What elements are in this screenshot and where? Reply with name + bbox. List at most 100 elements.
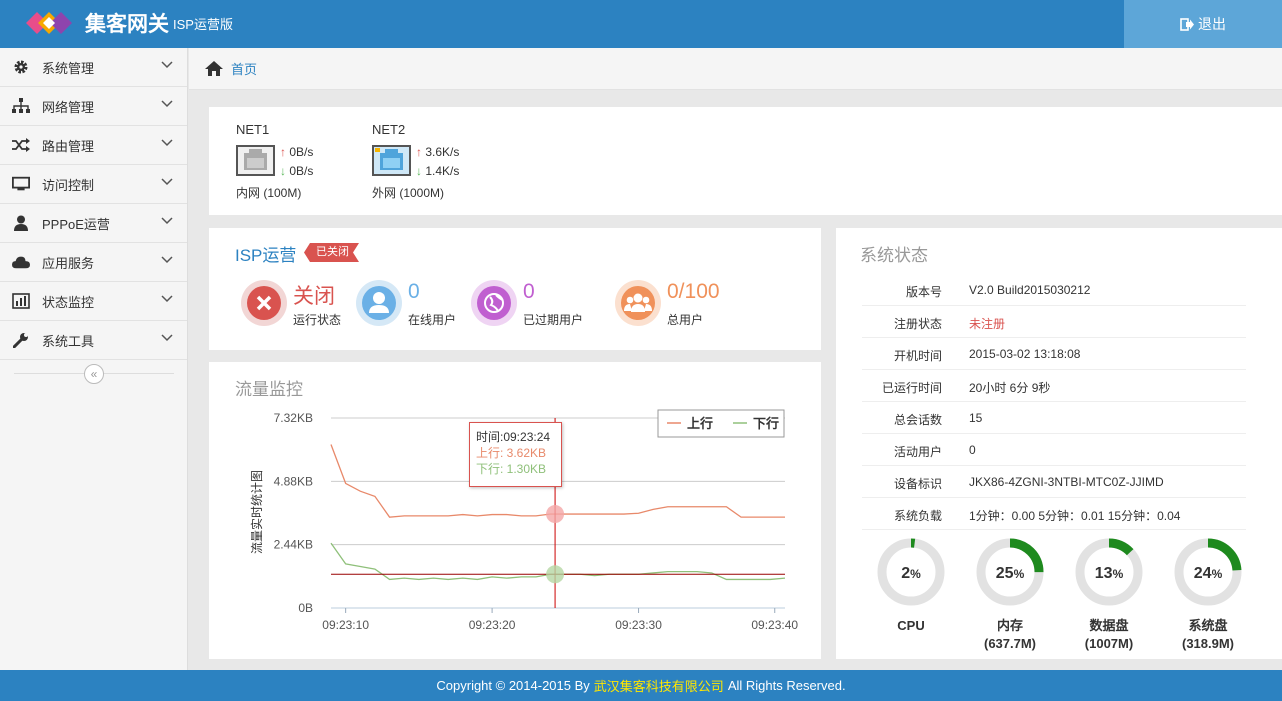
sidebar-item-route-management[interactable]: 路由管理: [0, 126, 187, 165]
status-value: 0: [969, 443, 976, 457]
ethernet-port-icon: [372, 145, 411, 176]
x-tick-label: 09:23:10: [322, 618, 369, 632]
breadcrumb-home-link[interactable]: 首页: [231, 59, 257, 78]
status-key: 总会话数: [893, 413, 942, 427]
status-row: 设备标识 JKX86-4ZGNI-3NTBI-MTC0Z-JJIMD: [862, 466, 1246, 498]
user-icon: [356, 280, 402, 326]
sidebar: 系统管理 网络管理 路由管理 访问控制 PPPoE运营 应用服务 状态监控 系统…: [0, 48, 188, 670]
status-value: 1分钟：0.00 5分钟：0.01 15分钟：0.04: [969, 509, 1181, 523]
gauge-label: 内存: [996, 618, 1023, 633]
net-desc: 内网 (100M): [236, 186, 302, 200]
sys-title: 系统状态: [860, 246, 928, 265]
close-icon: [241, 280, 287, 326]
sidebar-item-app-services[interactable]: 应用服务: [0, 243, 187, 282]
double-chevron-left-icon: «: [90, 367, 98, 381]
gauge-percent: 2%: [901, 565, 921, 582]
sidebar-item-label: 访问控制: [42, 177, 95, 193]
net-interface: NET2 ↑ 3.6K/s ↓ 1.4K/s 外网 (1000M): [372, 122, 459, 200]
chevron-down-icon: [161, 61, 173, 69]
sidebar-item-status-monitor[interactable]: 状态监控: [0, 282, 187, 321]
ethernet-port-icon: [236, 145, 275, 176]
sidebar-item-network-management[interactable]: 网络管理: [0, 87, 187, 126]
isp-stat-run-status: 关闭 运行状态: [241, 280, 341, 327]
status-key: 开机时间: [893, 349, 942, 363]
y-tick-label: 2.44KB: [274, 538, 313, 552]
gauge-label: 数据盘: [1089, 618, 1129, 633]
gauge-memory: 25% 内存 (637.7M): [970, 536, 1050, 653]
status-key: 版本号: [905, 285, 942, 299]
chevron-down-icon: [161, 217, 173, 225]
chevron-down-icon: [161, 295, 173, 303]
logout-button[interactable]: 退出: [1124, 0, 1282, 48]
gauge-percent: 25%: [996, 565, 1025, 582]
status-row: 注册状态 未注册: [862, 306, 1246, 338]
chevron-down-icon: [161, 100, 173, 108]
sidebar-item-label: PPPoE运营: [42, 216, 110, 232]
gauge-label: 系统盘: [1188, 618, 1228, 633]
logout-label: 退出: [1198, 16, 1226, 32]
arrow-up-icon: ↑: [280, 145, 286, 159]
chevron-down-icon: [161, 178, 173, 186]
sitemap-icon: [12, 97, 30, 115]
sidebar-collapse-button[interactable]: «: [84, 364, 104, 384]
tooltip-time: 时间:09:23:24: [476, 430, 551, 444]
tooltip-up: 上行: 3.62KB: [476, 446, 547, 460]
status-row: 活动用户 0: [862, 434, 1246, 466]
isp-panel: ISP运营 已关闭 关闭 运行状态 0 在线用户 0 已过期用户 0/100 总…: [209, 228, 821, 350]
status-value: 15: [969, 411, 983, 425]
traffic-panel: 流量监控 7.32KB 4.88KB 2.44KB 0B 流量实时统计图 09:23:10…: [209, 362, 821, 659]
status-row: 系统负载 1分钟：0.00 5分钟：0.01 15分钟：0.04: [862, 498, 1246, 530]
gauge-cpu: 2% CPU: [871, 536, 951, 635]
chart-tooltip: 时间:09:23:24 上行: 3.62KB 下行: 1.30KB: [469, 422, 562, 487]
sidebar-item-label: 状态监控: [42, 294, 95, 310]
sidebar-item-label: 路由管理: [42, 138, 95, 154]
status-row: 版本号 V2.0 Build2015030212: [862, 274, 1246, 306]
status-row: 已运行时间 20小时 6分 9秒: [862, 370, 1246, 402]
footer-company-link[interactable]: 武汉集客科技有限公司: [594, 676, 724, 695]
gear-icon: [12, 58, 30, 76]
status-value: V2.0 Build2015030212: [969, 283, 1091, 297]
stat-value: 关闭: [293, 285, 335, 308]
footer-rights: All Rights Reserved.: [727, 678, 846, 693]
sidebar-item-label: 网络管理: [42, 99, 95, 115]
net-down-rate: 0B/s: [289, 164, 314, 178]
gauge-sub: (1007M): [1084, 636, 1134, 651]
legend-label: 上行: [687, 416, 713, 431]
y-axis-label: 流量实时统计图: [249, 470, 264, 554]
x-tick-label: 09:23:30: [615, 618, 662, 632]
chevron-down-icon: [161, 334, 173, 342]
sidebar-item-access-control[interactable]: 访问控制: [0, 165, 187, 204]
breadcrumb: 首页: [189, 48, 1282, 90]
status-value: JKX86-4ZGNI-3NTBI-MTC0Z-JJIMD: [969, 475, 1164, 489]
stat-value: 0: [408, 280, 420, 303]
net-interface: NET1 ↑ 0B/s ↓ 0B/s 内网 (100M): [236, 122, 313, 200]
arrow-down-icon: ↓: [280, 164, 286, 178]
net-down-rate: 1.4K/s: [425, 164, 460, 178]
footer-copyright: Copyright © 2014-2015 By: [436, 678, 590, 693]
system-status-panel: 系统状态 版本号 V2.0 Build2015030212 注册状态 未注册开机时间 2…: [836, 228, 1282, 659]
sidebar-item-system-management[interactable]: 系统管理: [0, 48, 187, 87]
stat-value: 0: [523, 280, 535, 303]
net-desc: 外网 (1000M): [372, 186, 445, 200]
gauge-data-disk: 13% 数据盘 (1007M): [1069, 536, 1149, 653]
arrow-down-icon: ↓: [416, 164, 422, 178]
net-interfaces-panel: NET1 ↑ 0B/s ↓ 0B/s 内网 (100M) NET2 ↑ 3.6K…: [209, 107, 1282, 215]
status-key: 系统负载: [893, 509, 942, 523]
status-key: 设备标识: [893, 477, 942, 491]
monitor-icon: [12, 175, 30, 193]
chevron-down-icon: [161, 139, 173, 147]
stat-value: 0/100: [667, 280, 720, 303]
sidebar-item-system-tools[interactable]: 系统工具: [0, 321, 187, 360]
x-tick-label: 09:23:20: [469, 618, 516, 632]
y-tick-label: 7.32KB: [274, 411, 313, 425]
sidebar-item-label: 系统管理: [42, 60, 95, 76]
wrench-icon: [12, 331, 30, 349]
user-icon: [12, 214, 30, 232]
hover-point-up: [546, 505, 565, 524]
footer: Copyright © 2014-2015 By 武汉集客科技有限公司 All …: [0, 670, 1282, 701]
net-up-rate: 0B/s: [289, 145, 314, 159]
sidebar-item-pppoe[interactable]: PPPoE运营: [0, 204, 187, 243]
status-value: 2015-03-02 13:18:08: [969, 347, 1081, 361]
bar-chart-icon: [12, 292, 30, 310]
logo: [26, 12, 72, 34]
